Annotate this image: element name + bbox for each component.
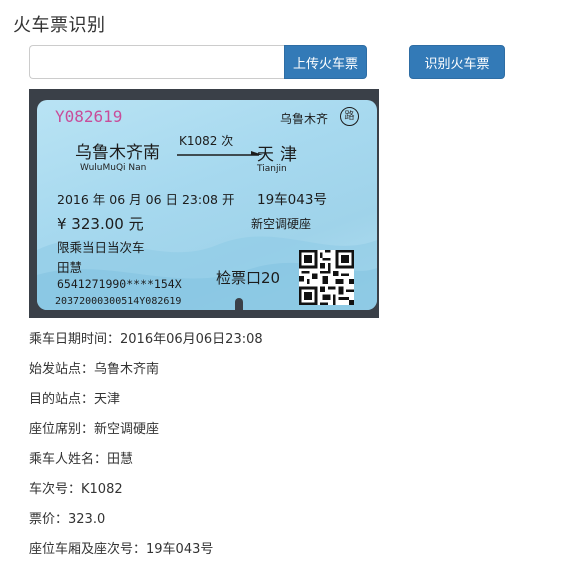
result-date-time: 乘车日期时间：2016年06月06日23:08 [29,330,263,360]
result-label: 乘车人姓名： [29,452,108,467]
result-value: 19车043号 [146,542,214,557]
ticket-to-station: 天津 [257,145,303,165]
ticket-seat-class: 新空调硬座 [251,217,312,231]
recognize-ticket-button[interactable]: 识别火车票 [409,45,505,79]
arrow-right-icon [177,151,263,156]
ticket-train-number: K1082 次 [179,134,234,148]
result-value: 2016年06月06日23:08 [120,332,263,347]
ticket-from-station: 乌鲁木齐南 [75,143,160,163]
result-value: 天津 [94,392,121,407]
result-value: 乌鲁木齐南 [94,362,160,377]
ticket-gate: 检票口20 [216,269,281,287]
result-to-station: 目的站点：天津 [29,390,263,420]
result-seat-number: 座位车厢及座次号：19车043号 [29,540,263,570]
ticket-punch-hole [235,298,243,310]
ticket-note: 限乘当日当次车 [57,240,145,255]
upload-group: 上传火车票 [29,45,367,79]
file-input[interactable] [29,45,284,79]
ticket-price: ¥ 323.00 元 [57,215,144,233]
ticket-code: 20372000300514Y082619 [55,296,182,307]
railway-logo-icon: 路 [340,107,359,126]
result-value: K1082 [81,482,123,497]
result-seat-class: 座位席别：新空调硬座 [29,420,263,450]
result-label: 座位车厢及座次号： [29,542,147,557]
result-label: 车次号： [29,482,82,497]
ticket-id-number: 6541271990****154X [57,277,182,291]
ticket-seat: 19车043号 [257,192,327,208]
result-label: 乘车日期时间： [29,332,121,347]
ticket-from-pinyin: WuluMuQi Nan [80,163,147,173]
result-passenger-name: 乘车人姓名：田慧 [29,450,263,480]
result-from-station: 始发站点：乌鲁木齐南 [29,360,263,390]
result-value: 田慧 [107,452,134,467]
result-value: 323.0 [68,512,106,527]
recognition-results: 乘车日期时间：2016年06月06日23:08 始发站点：乌鲁木齐南 目的站点：… [29,330,263,570]
result-label: 始发站点： [29,362,95,377]
ticket-passenger: 田慧 [57,260,83,275]
ticket-serial: Y082619 [55,107,123,126]
result-label: 票价： [29,512,69,527]
result-price: 票价：323.0 [29,510,263,540]
ticket-card: Y082619 乌鲁木齐 路 乌鲁木齐南 WuluMuQi Nan K1082 … [37,100,377,310]
result-value: 新空调硬座 [94,422,160,437]
page-title: 火车票识别 [13,15,106,36]
ticket-image: Y082619 乌鲁木齐 路 乌鲁木齐南 WuluMuQi Nan K1082 … [29,89,379,318]
result-label: 座位席别： [29,422,95,437]
result-label: 目的站点： [29,392,95,407]
upload-ticket-button[interactable]: 上传火车票 [284,45,367,79]
qr-code-icon [299,250,354,305]
result-train-number: 车次号：K1082 [29,480,263,510]
ticket-datetime: 2016 年 06 月 06 日 23:08 开 [57,192,235,207]
ticket-to-pinyin: Tianjin [257,164,287,174]
ticket-issuer: 乌鲁木齐 [280,112,329,126]
